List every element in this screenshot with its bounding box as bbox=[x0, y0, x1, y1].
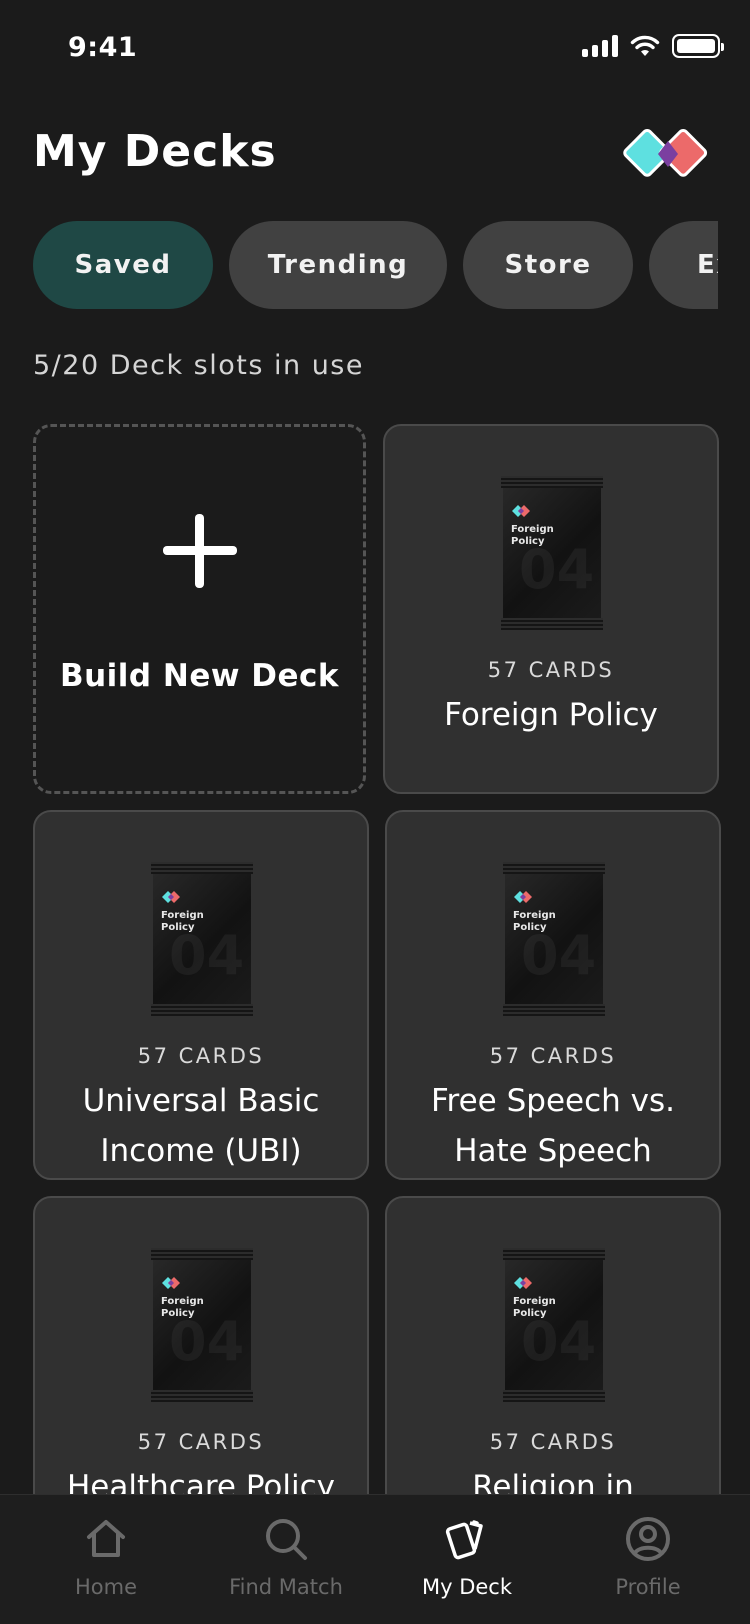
status-icons bbox=[582, 34, 724, 58]
nav-find-match[interactable]: Find Match bbox=[206, 1515, 366, 1599]
nav-home[interactable]: Home bbox=[26, 1515, 186, 1599]
pack-logo-icon bbox=[514, 891, 532, 903]
nav-profile[interactable]: Profile bbox=[568, 1515, 728, 1599]
nav-find-match-label: Find Match bbox=[229, 1575, 343, 1599]
deck-card-count: 57 CARDS bbox=[487, 658, 615, 682]
plus-icon bbox=[162, 514, 237, 588]
wifi-icon bbox=[630, 35, 660, 56]
build-new-deck-button[interactable]: Build New Deck bbox=[33, 424, 366, 794]
deck-slots-usage: 5/20 Deck slots in use bbox=[33, 350, 364, 381]
nav-profile-label: Profile bbox=[615, 1575, 681, 1599]
cellular-signal-icon bbox=[582, 35, 618, 57]
deck-pack-image: Foreign Policy 04 bbox=[501, 476, 603, 630]
home-icon bbox=[87, 1520, 125, 1557]
battery-icon bbox=[672, 34, 724, 58]
cards-icon bbox=[445, 1520, 483, 1560]
deck-card-title: Universal Basic Income (UBI) bbox=[82, 1083, 320, 1169]
deck-card[interactable]: Foreign Policy 04 57 CARDS Free Speech vs… bbox=[385, 810, 721, 1180]
profile-icon bbox=[626, 1517, 670, 1561]
search-icon bbox=[266, 1519, 307, 1560]
app-logo-icon bbox=[623, 128, 708, 177]
deck-card[interactable]: Foreign Policy 04 57 CARDS Foreign Policy bbox=[383, 424, 719, 794]
deck-card-title: Foreign Policy bbox=[444, 697, 658, 733]
status-time: 9:41 bbox=[68, 32, 138, 63]
deck-card-count: 57 CARDS bbox=[137, 1044, 265, 1068]
deck-card-count: 57 CARDS bbox=[489, 1044, 617, 1068]
bottom-nav: Home Find Match My Deck Profile bbox=[0, 1494, 750, 1624]
pack-logo-icon bbox=[512, 505, 530, 517]
tab-store[interactable]: Store bbox=[463, 221, 633, 309]
deck-pack-image: Foreign Policy 04 bbox=[151, 1248, 253, 1402]
build-new-deck-label: Build New Deck bbox=[59, 658, 340, 694]
deck-card-count: 57 CARDS bbox=[137, 1430, 265, 1454]
pack-logo-icon bbox=[162, 1277, 180, 1289]
tab-explore[interactable]: Ex bbox=[649, 221, 718, 309]
tab-saved[interactable]: Saved bbox=[33, 221, 213, 309]
tab-trending[interactable]: Trending bbox=[229, 221, 447, 309]
status-bar: 9:41 bbox=[0, 0, 750, 100]
nav-my-deck[interactable]: My Deck bbox=[387, 1515, 547, 1599]
deck-card-count: 57 CARDS bbox=[489, 1430, 617, 1454]
deck-pack-image: Foreign Policy 04 bbox=[503, 862, 605, 1016]
deck-card-title: Free Speech vs. Hate Speech bbox=[430, 1083, 676, 1169]
deck-tabs: Saved Trending Store Ex bbox=[33, 221, 718, 309]
deck-card[interactable]: Foreign Policy 04 57 CARDS Universal Basi… bbox=[33, 810, 369, 1180]
deck-pack-image: Foreign Policy 04 bbox=[151, 862, 253, 1016]
pack-logo-icon bbox=[514, 1277, 532, 1289]
deck-pack-image: Foreign Policy 04 bbox=[503, 1248, 605, 1402]
pack-logo-icon bbox=[162, 891, 180, 903]
nav-home-label: Home bbox=[74, 1575, 137, 1599]
page-title: My Decks bbox=[33, 126, 277, 177]
nav-my-deck-label: My Deck bbox=[421, 1575, 513, 1599]
